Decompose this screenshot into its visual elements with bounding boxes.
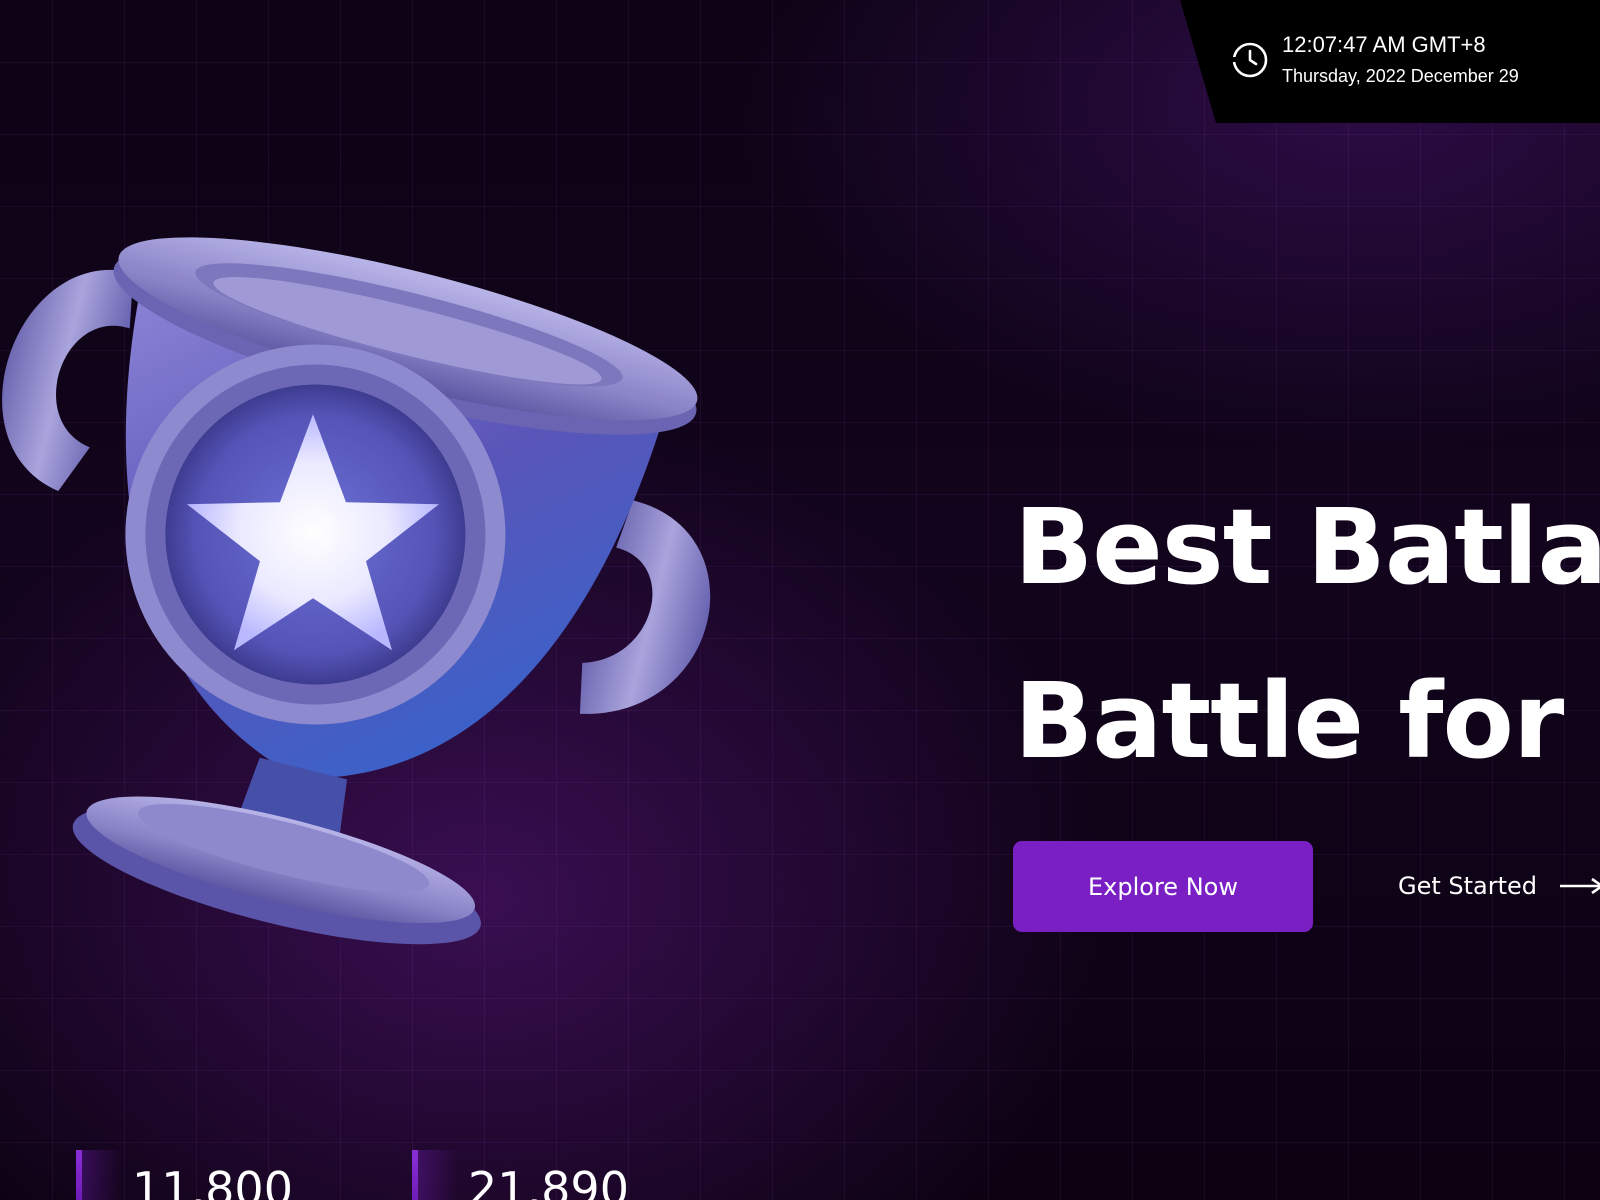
stat-value: 21,890 <box>468 1162 629 1200</box>
clock-time: 12:07:47 AM GMT+8 <box>1282 32 1486 57</box>
stat-item: 21,890 <box>412 1150 712 1200</box>
stat-value: 11,800 <box>132 1162 293 1200</box>
clock-date: Thursday, 2022 December 29 <box>1282 66 1519 86</box>
explore-now-button[interactable]: Explore Now <box>1013 841 1313 932</box>
hero-title-line-1: Best Batlaz <box>1014 486 1600 608</box>
hero-heading: Best Batlaz Battle for y <box>1014 460 1600 808</box>
get-started-link[interactable]: Get Started <box>1398 872 1600 900</box>
clock-icon <box>1232 42 1268 78</box>
hero-title-line-2: Battle for y <box>1014 660 1600 782</box>
stat-item: 11,800 <box>76 1150 376 1200</box>
get-started-label: Get Started <box>1398 872 1538 900</box>
arrow-right-icon <box>1560 877 1600 895</box>
trophy-star-image <box>2 237 711 945</box>
hero-section: 12:07:47 AM GMT+8 Thursday, 2022 Decembe… <box>0 0 1600 1200</box>
clock-panel: 12:07:47 AM GMT+8 Thursday, 2022 Decembe… <box>1180 0 1600 123</box>
